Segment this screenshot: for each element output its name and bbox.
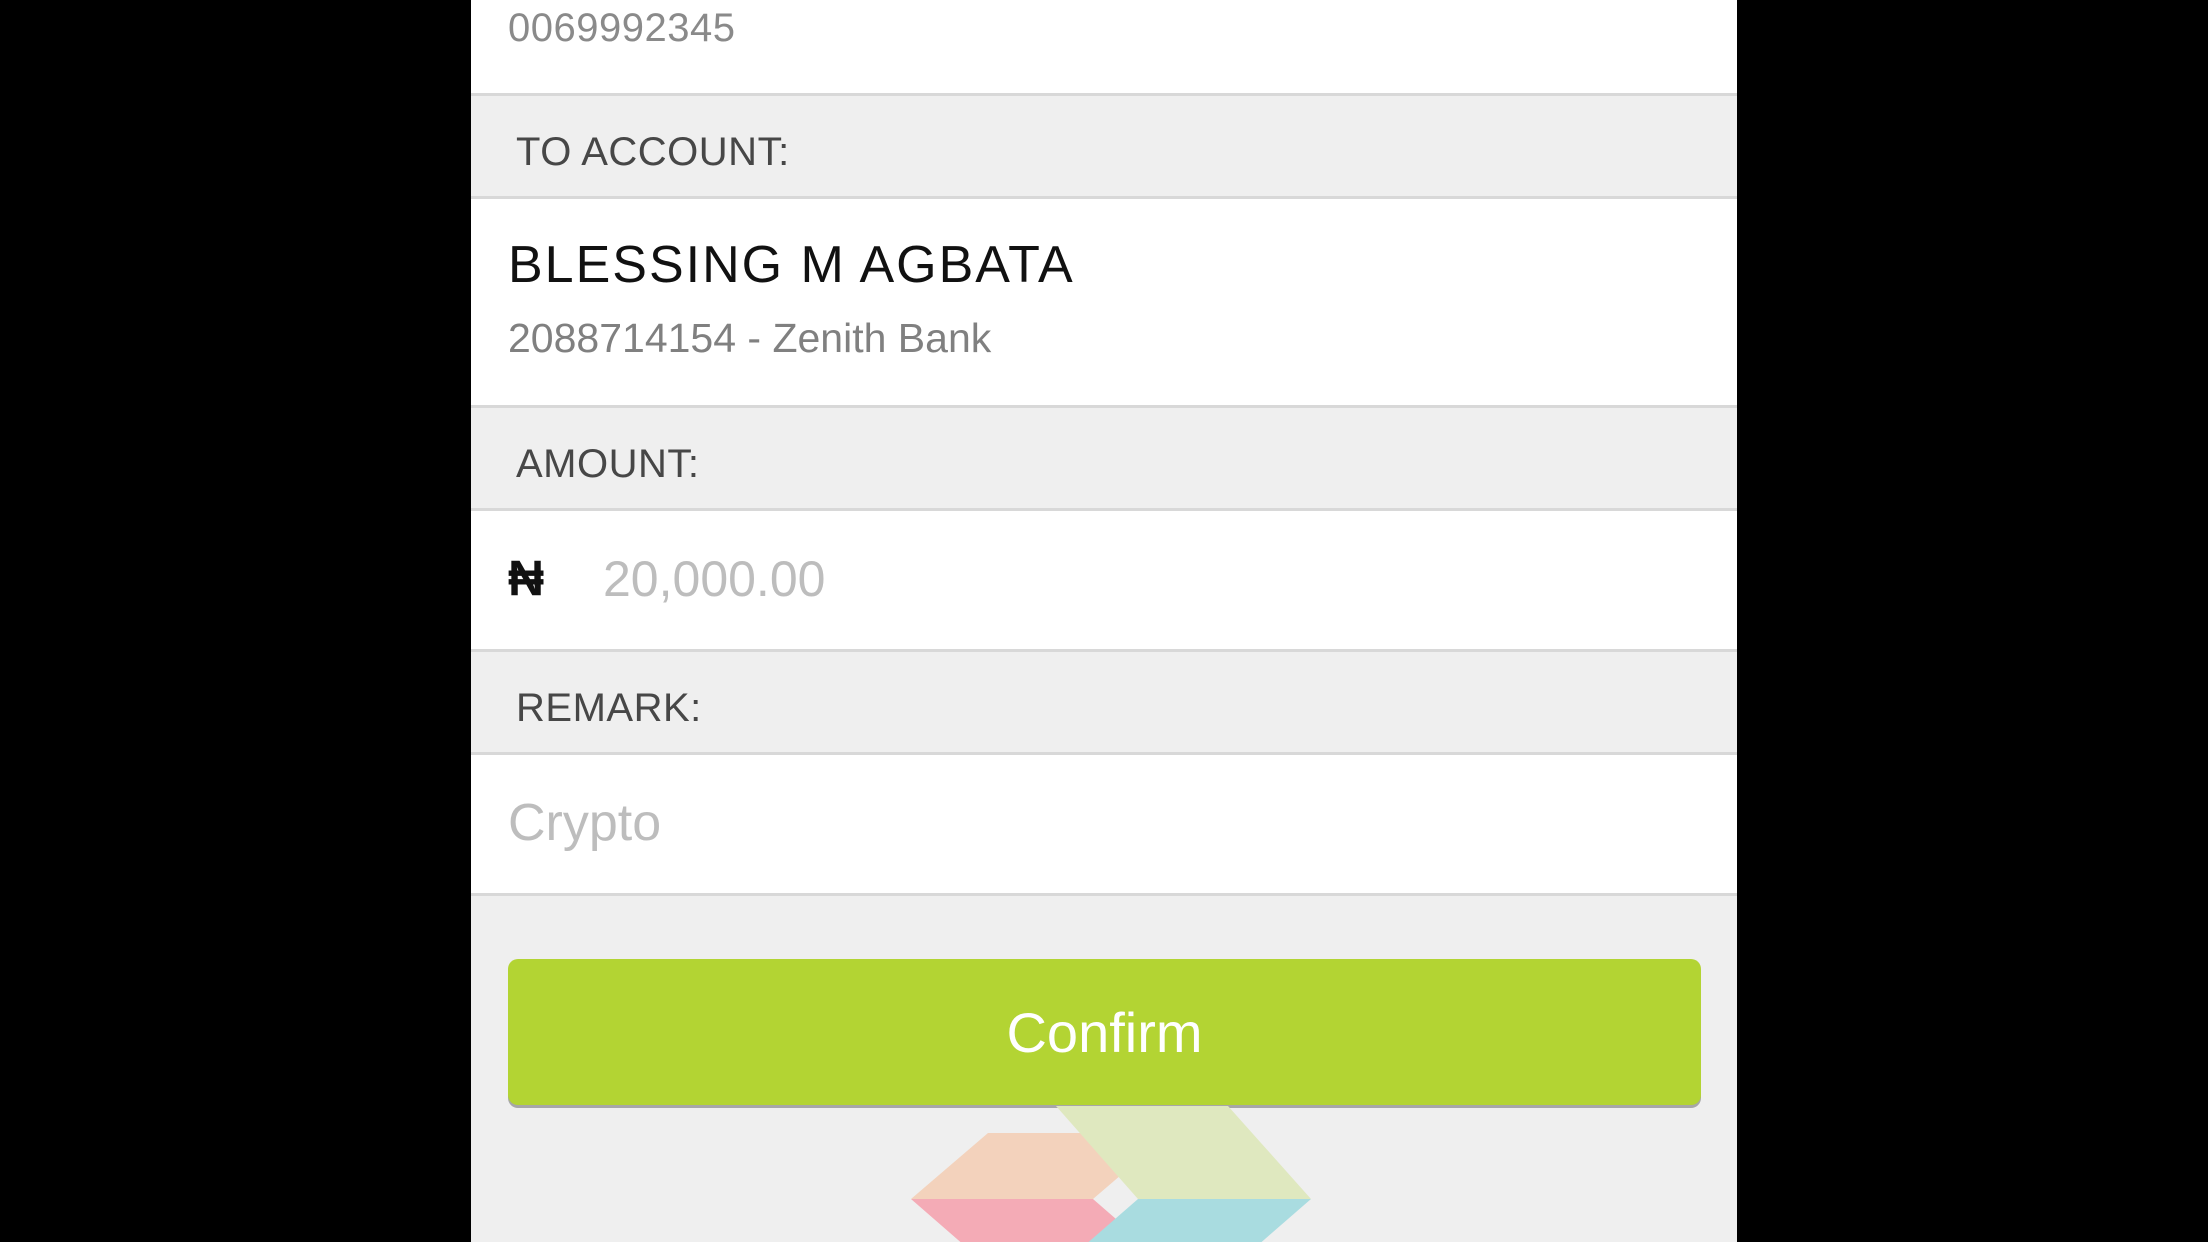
recipient-name: BLESSING M AGBATA (508, 236, 1075, 294)
bank-logo-icon (911, 1106, 1311, 1242)
to-account-row[interactable]: BLESSING M AGBATA 2088714154 - Zenith Ba… (471, 199, 1737, 405)
to-account-header: TO ACCOUNT: (471, 96, 1737, 196)
remark-header: REMARK: (471, 652, 1737, 752)
to-account-label: TO ACCOUNT: (516, 130, 790, 174)
amount-header: AMOUNT: (471, 408, 1737, 508)
transfer-screen: 0069992345 TO ACCOUNT: BLESSING M AGBATA… (471, 0, 1737, 1242)
from-account-row: 0069992345 (471, 0, 1737, 93)
remark-label: REMARK: (516, 686, 702, 730)
from-account-number: 0069992345 (508, 6, 736, 50)
amount-input[interactable] (603, 541, 1703, 617)
divider (471, 893, 1737, 896)
remark-input[interactable] (508, 783, 1698, 863)
remark-row (471, 755, 1737, 893)
amount-label: AMOUNT: (516, 442, 700, 486)
naira-currency-icon: ₦ (508, 550, 545, 606)
recipient-account-detail: 2088714154 - Zenith Bank (508, 315, 992, 361)
amount-row: ₦ (471, 511, 1737, 649)
confirm-button[interactable]: Confirm (508, 959, 1701, 1105)
